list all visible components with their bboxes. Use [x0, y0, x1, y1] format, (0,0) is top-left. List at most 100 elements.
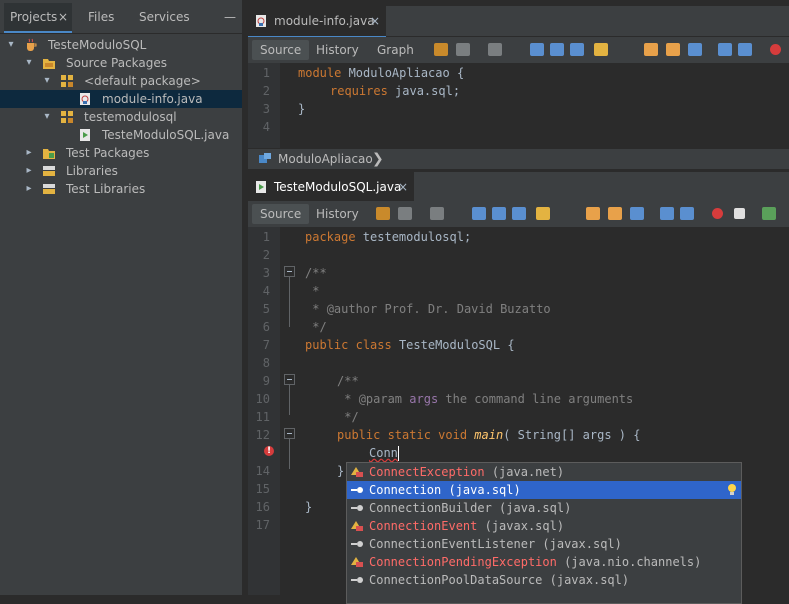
code-line: Conn	[369, 446, 398, 460]
tab-services-label: Services	[139, 10, 190, 24]
close-icon[interactable]: ×	[370, 7, 380, 35]
chevron-right-icon: ❯	[372, 151, 384, 167]
java-file-icon	[256, 181, 266, 193]
find-selection-icon[interactable]	[472, 207, 486, 220]
find-next-icon[interactable]	[512, 207, 526, 220]
line-number: 7	[262, 338, 270, 352]
module-file-icon	[80, 93, 90, 105]
tree-item-default-package[interactable]: ▾ <default package>	[0, 72, 242, 90]
line-number: 2	[262, 84, 270, 98]
chevron-down-icon[interactable]: ▾	[42, 108, 52, 126]
tree-label: testemodulosql	[84, 110, 177, 124]
source-button[interactable]: Source	[252, 204, 310, 224]
code-completion-popup[interactable]: ConnectException (java.net) Connection (…	[346, 462, 742, 604]
tree-item-libraries[interactable]: ▸ Libraries	[0, 162, 242, 180]
last-edit-icon[interactable]	[376, 207, 390, 220]
tab-label: module-info.java	[274, 14, 375, 28]
close-icon[interactable]: ×	[58, 3, 68, 31]
forward-icon[interactable]	[430, 207, 444, 220]
toggle-highlight-icon[interactable]	[536, 207, 550, 220]
chevron-down-icon[interactable]: ▾	[24, 54, 34, 72]
chevron-right-icon[interactable]: ▸	[24, 144, 34, 162]
tree-label: TesteModuloSQL.java	[102, 128, 230, 142]
tree-item-test-libraries[interactable]: ▸ Test Libraries	[0, 180, 242, 198]
next-bookmark-icon[interactable]	[608, 207, 622, 220]
completion-item[interactable]: ConnectionBuilder (java.sql)	[347, 499, 741, 517]
code-line: public static void main( String[] args )…	[337, 428, 641, 442]
folder-icon	[43, 149, 55, 159]
tree-item-package-testemodulosql[interactable]: ▾ testemodulosql	[0, 108, 242, 126]
code-line: */	[337, 410, 359, 424]
shift-right-icon[interactable]	[680, 207, 694, 220]
find-selection-icon[interactable]	[530, 43, 544, 56]
breadcrumb-item[interactable]: ModuloApliacao	[278, 152, 373, 166]
shift-right-icon[interactable]	[738, 43, 752, 56]
completion-item[interactable]: ConnectionPendingException (java.nio.cha…	[347, 553, 741, 571]
tab-files[interactable]: Files	[88, 3, 128, 31]
toggle-bookmark-icon[interactable]	[688, 43, 702, 56]
shift-left-icon[interactable]	[718, 43, 732, 56]
tree-item-project[interactable]: ▾ TesteModuloSQL	[0, 36, 242, 54]
tab-projects[interactable]: Projects ×	[4, 3, 72, 33]
tab-services[interactable]: Services	[139, 3, 199, 31]
stop-macro-icon[interactable]	[734, 208, 745, 219]
tree-label: Source Packages	[66, 56, 168, 70]
source-button[interactable]: Source	[252, 40, 310, 60]
code-line: *	[305, 284, 320, 298]
previous-bookmark-icon[interactable]	[586, 207, 600, 220]
history-button[interactable]: History	[308, 204, 367, 224]
tree-item-testemodulosql-java[interactable]: TesteModuloSQL.java	[0, 126, 242, 144]
code-line: * @param args the command line arguments	[337, 392, 634, 406]
history-button[interactable]: History	[308, 40, 367, 60]
tab-testemodulosql[interactable]: TesteModuloSQL.java ×	[248, 172, 414, 204]
completion-item[interactable]: ConnectionEventListener (javax.sql)	[347, 535, 741, 553]
line-number: 3	[262, 266, 270, 280]
find-next-icon[interactable]	[570, 43, 584, 56]
line-number: 4	[262, 120, 270, 134]
tree-item-test-packages[interactable]: ▸ Test Packages	[0, 144, 242, 162]
text-cursor	[398, 446, 399, 461]
completion-item[interactable]: ConnectException (java.net)	[347, 463, 741, 481]
tree-item-source-packages[interactable]: ▾ Source Packages	[0, 54, 242, 72]
chevron-down-icon[interactable]: ▾	[6, 36, 16, 54]
last-edit-icon[interactable]	[434, 43, 448, 56]
interface-icon	[351, 505, 363, 511]
graph-button[interactable]: Graph	[369, 40, 422, 60]
minimize-icon[interactable]: —	[224, 3, 238, 31]
tab-projects-label: Projects	[10, 10, 58, 24]
chevron-right-icon[interactable]: ▸	[24, 162, 34, 180]
next-bookmark-icon[interactable]	[666, 43, 680, 56]
tab-files-label: Files	[88, 10, 115, 24]
tab-module-info[interactable]: module-info.java ×	[248, 6, 386, 38]
line-number: 3	[262, 102, 270, 116]
back-icon[interactable]	[456, 43, 470, 56]
find-previous-icon[interactable]	[550, 43, 564, 56]
code-line: package testemodulosql;	[305, 230, 472, 244]
completion-item[interactable]: ConnectionPoolDataSource (javax.sql)	[347, 571, 741, 589]
start-macro-icon[interactable]	[712, 208, 723, 219]
toggle-highlight-icon[interactable]	[594, 43, 608, 56]
start-macro-icon[interactable]	[770, 44, 781, 55]
find-previous-icon[interactable]	[492, 207, 506, 220]
shift-left-icon[interactable]	[660, 207, 674, 220]
line-number: 9	[262, 374, 270, 388]
java-project-icon	[27, 38, 37, 51]
forward-icon[interactable]	[488, 43, 502, 56]
editor1-code[interactable]: module ModuloApliacao { requires java.sq…	[280, 63, 789, 148]
comment-icon[interactable]	[762, 207, 776, 220]
error-icon[interactable]: !	[264, 446, 274, 456]
line-number: 17	[255, 518, 270, 532]
line-number: 16	[255, 500, 270, 514]
lightbulb-icon[interactable]	[727, 484, 737, 496]
chevron-down-icon[interactable]: ▾	[42, 72, 52, 90]
back-icon[interactable]	[398, 207, 412, 220]
previous-bookmark-icon[interactable]	[644, 43, 658, 56]
toggle-bookmark-icon[interactable]	[630, 207, 644, 220]
completion-item[interactable]: Connection (java.sql)	[347, 481, 741, 499]
code-line: public class TesteModuloSQL {	[305, 338, 515, 352]
chevron-right-icon[interactable]: ▸	[24, 180, 34, 198]
completion-item[interactable]: ConnectionEvent (javax.sql)	[347, 517, 741, 535]
module-icon	[259, 153, 271, 163]
close-icon[interactable]: ×	[398, 173, 408, 201]
tree-item-module-info[interactable]: module-info.java	[0, 90, 242, 108]
